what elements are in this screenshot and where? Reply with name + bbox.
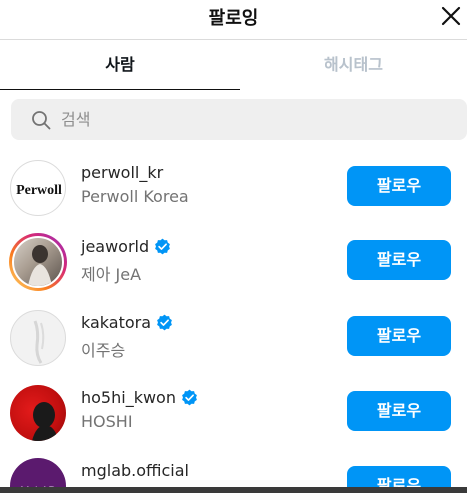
- avatar-photo: [28, 245, 52, 286]
- list-item: Perwoll perwoll_kr Perwoll Korea 팔로우: [0, 157, 467, 231]
- list-item: jeaworld 제아 JeA 팔로우: [0, 231, 467, 305]
- avatar[interactable]: [10, 385, 66, 441]
- username[interactable]: kakatora: [81, 313, 151, 332]
- full-name: Perwoll Korea: [81, 187, 189, 206]
- full-name: HOSHI: [81, 412, 133, 431]
- list-item: ho5hi_kwon HOSHI 팔로우: [0, 382, 467, 456]
- header: 팔로잉: [0, 0, 467, 40]
- username[interactable]: ho5hi_kwon: [81, 388, 176, 407]
- verified-badge-icon: [155, 238, 171, 255]
- search-input[interactable]: 검색: [11, 99, 467, 140]
- verified-badge-icon: [157, 314, 172, 331]
- avatar[interactable]: [9, 233, 67, 291]
- username[interactable]: mglab.official: [81, 461, 189, 480]
- close-icon[interactable]: [437, 2, 465, 30]
- username[interactable]: perwoll_kr: [81, 163, 163, 182]
- avatar[interactable]: [10, 310, 66, 366]
- follow-button[interactable]: 팔로우: [347, 466, 451, 487]
- perwoll-logo: Perwoll: [16, 183, 62, 198]
- page-title: 팔로잉: [208, 8, 259, 29]
- tab-people[interactable]: 사람: [0, 40, 240, 90]
- avatar-photo: [33, 320, 45, 364]
- list-item: McLAB mglab.official 팔로우: [0, 455, 467, 487]
- verified-badge-icon: [182, 389, 197, 406]
- follow-button[interactable]: 팔로우: [347, 316, 451, 356]
- avatar[interactable]: Perwoll: [10, 160, 66, 216]
- svg-text:Perwoll: Perwoll: [16, 183, 62, 198]
- search-placeholder: 검색: [61, 110, 91, 129]
- username[interactable]: jeaworld: [81, 237, 149, 256]
- full-name: 제아 JeA: [81, 265, 142, 284]
- avatar[interactable]: McLAB: [10, 458, 66, 487]
- full-name: 이주승: [81, 341, 126, 360]
- search-icon: [32, 111, 51, 130]
- list-item: kakatora 이주승 팔로우: [0, 307, 467, 381]
- tab-bar: 사람 해시태그: [0, 40, 467, 90]
- follow-button[interactable]: 팔로우: [347, 240, 451, 280]
- follow-button[interactable]: 팔로우: [347, 166, 451, 206]
- avatar-photo: [32, 402, 58, 441]
- mglab-logo: McLAB: [20, 485, 55, 487]
- follow-button[interactable]: 팔로우: [347, 391, 451, 431]
- bottom-edge: [0, 487, 467, 493]
- tab-hashtag[interactable]: 해시태그: [240, 40, 467, 90]
